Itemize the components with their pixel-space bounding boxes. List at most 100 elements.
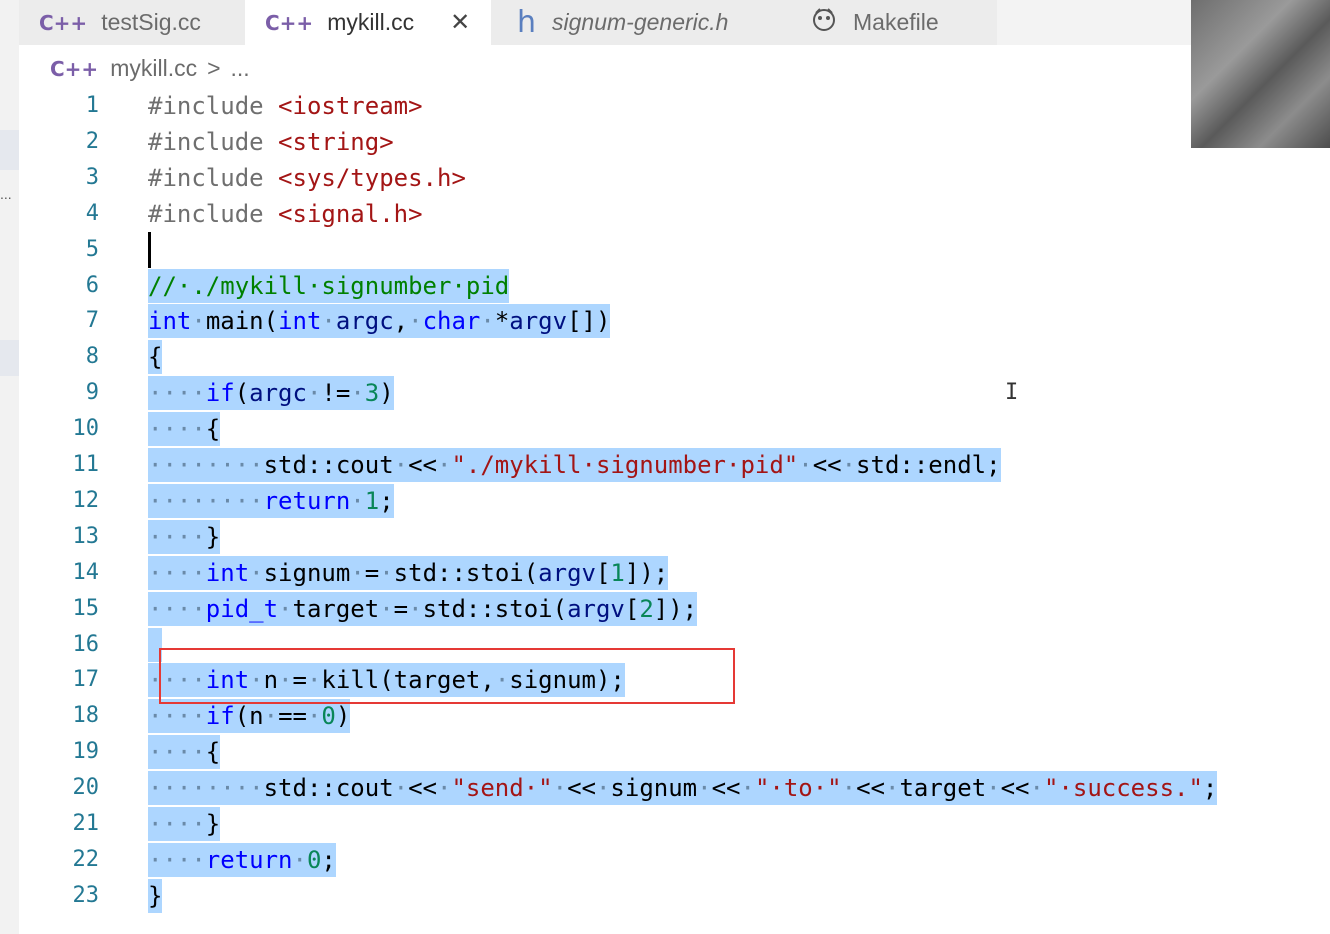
activity-item[interactable] (0, 340, 19, 376)
code-token: · (191, 307, 206, 336)
code-token: <signal.h> (278, 199, 423, 228)
tab-signum-generic[interactable]: h signum-generic.h (491, 0, 789, 45)
cpp-file-icon: C++ (39, 10, 88, 35)
code-token: } (205, 522, 221, 551)
close-icon[interactable]: ✕ (450, 8, 470, 37)
code-token: ········ (148, 774, 264, 803)
code-token: ········ (148, 451, 264, 479)
code-token: char (422, 307, 481, 336)
line-number: 20 (72, 775, 100, 801)
code-token: · (986, 774, 1001, 803)
activity-item[interactable] (0, 130, 19, 170)
code-line[interactable]: 6 //·./mykill·signumber·pid (20, 268, 1330, 304)
line-number: 9 (85, 380, 99, 406)
code-token: target (292, 594, 380, 623)
code-token: 1 (364, 486, 380, 515)
code-line[interactable]: 15 ····pid_t·target·=·std::stoi(argv[2]); (20, 591, 1330, 627)
code-text: ····{ (148, 735, 221, 770)
code-token: argc (249, 379, 307, 408)
line-number: 21 (72, 811, 100, 836)
code-token: ; (321, 845, 336, 874)
code-token: 0 (321, 702, 336, 731)
code-token: ···· (148, 738, 206, 767)
code-text: #include <iostream> (148, 89, 423, 123)
code-line[interactable]: 9 ····if(argc·!=·3) (20, 375, 1330, 411)
code-token: · (306, 702, 322, 731)
code-token: (n (234, 702, 264, 731)
code-text: #include <string> (148, 125, 394, 159)
code-token: ···· (148, 594, 206, 623)
code-line[interactable]: 8{ (20, 339, 1330, 375)
code-text: ····} (148, 807, 221, 841)
tab-testsig[interactable]: C++ testSig.cc (19, 0, 245, 45)
code-text: int·main(int·argc,·char·*argv[]) (148, 304, 611, 339)
code-token: { (205, 738, 221, 767)
code-token: · (306, 379, 322, 408)
code-token: #include (148, 92, 279, 120)
code-line[interactable]: 21 ····} (20, 806, 1330, 842)
code-token: · (408, 307, 423, 336)
code-token: · (437, 774, 452, 803)
code-token: std::stoi( (393, 558, 539, 587)
line-number: 7 (85, 308, 99, 334)
code-token: · (350, 379, 365, 408)
code-line[interactable]: 2 #include <string> (20, 124, 1330, 160)
text-caret (148, 231, 151, 268)
line-number: 17 (72, 667, 100, 693)
code-token: argc (335, 307, 394, 336)
code-line[interactable]: 4 #include <signal.h> (20, 196, 1330, 232)
code-token: · (798, 451, 813, 479)
code-token: ) (335, 702, 351, 731)
code-line[interactable]: 11 ········std::cout·<<·"./mykill·signumb… (20, 447, 1330, 483)
code-line[interactable]: 13 ····} (20, 519, 1330, 555)
tab-makefile[interactable]: Makefile (789, 0, 997, 45)
code-token: ···· (148, 558, 206, 587)
code-token: << (567, 774, 596, 803)
code-text: ········return·1; (148, 483, 394, 518)
code-token: pid_t (205, 594, 279, 623)
code-token: · (408, 594, 423, 623)
more-icon[interactable]: ... (0, 186, 12, 202)
code-token: · (885, 774, 900, 803)
code-editor[interactable]: 1 #include <iostream> 2 #include <string> 3 #… (20, 88, 1330, 934)
code-token: ···· (148, 415, 206, 444)
code-line[interactable]: 7 int·main(int·argc,·char·*argv[]) (20, 303, 1330, 339)
header-file-icon: h (517, 5, 537, 40)
code-token: · (393, 774, 409, 803)
code-token: #include (148, 199, 279, 228)
code-token: } (148, 881, 163, 910)
code-line[interactable]: 10 ····{ (20, 411, 1330, 447)
code-text: ····return·0; (148, 842, 336, 877)
code-token: return (205, 845, 293, 874)
code-token: int (278, 307, 322, 336)
breadcrumb-file[interactable]: mykill.cc (110, 55, 197, 82)
code-token: · (249, 558, 264, 587)
code-token: << (812, 451, 842, 479)
code-line[interactable]: 14 ····int·signum·=·std::stoi(argv[1]); (20, 555, 1330, 591)
line-number: 1 (85, 93, 99, 118)
highlight-box (159, 648, 735, 704)
code-token: · (595, 774, 611, 803)
code-token: · (740, 774, 755, 803)
code-line[interactable]: 19 ····{ (20, 734, 1330, 770)
line-number: 23 (72, 882, 100, 908)
code-token: ···· (148, 379, 206, 408)
tab-mykill[interactable]: C++ mykill.cc ✕ (245, 0, 491, 45)
line-number: 6 (85, 272, 99, 298)
line-number: 10 (72, 416, 100, 442)
code-line[interactable]: 3 #include <sys/types.h> (20, 160, 1330, 196)
code-line[interactable]: 5 (20, 231, 1330, 268)
code-line[interactable]: 20 ········std::cout·<<·"send·"·<<·signum… (20, 770, 1330, 806)
code-token: · (841, 774, 857, 803)
line-number: 4 (85, 200, 99, 226)
code-line[interactable]: 12 ········return·1; (20, 483, 1330, 519)
code-text: #include <sys/types.h> (148, 161, 466, 195)
breadcrumb-symbol[interactable]: ... (231, 55, 250, 82)
code-token: #include (148, 127, 279, 156)
code-text: ········std::cout·<<·"send·"·<<·signum·<… (148, 771, 1218, 806)
code-text: ····if(n·==·0) (148, 699, 351, 734)
code-token: · (437, 451, 452, 479)
code-line[interactable]: 1 #include <iostream> (20, 88, 1330, 124)
code-line[interactable]: 23} (20, 878, 1330, 914)
code-line[interactable]: 22 ····return·0; (20, 842, 1330, 878)
